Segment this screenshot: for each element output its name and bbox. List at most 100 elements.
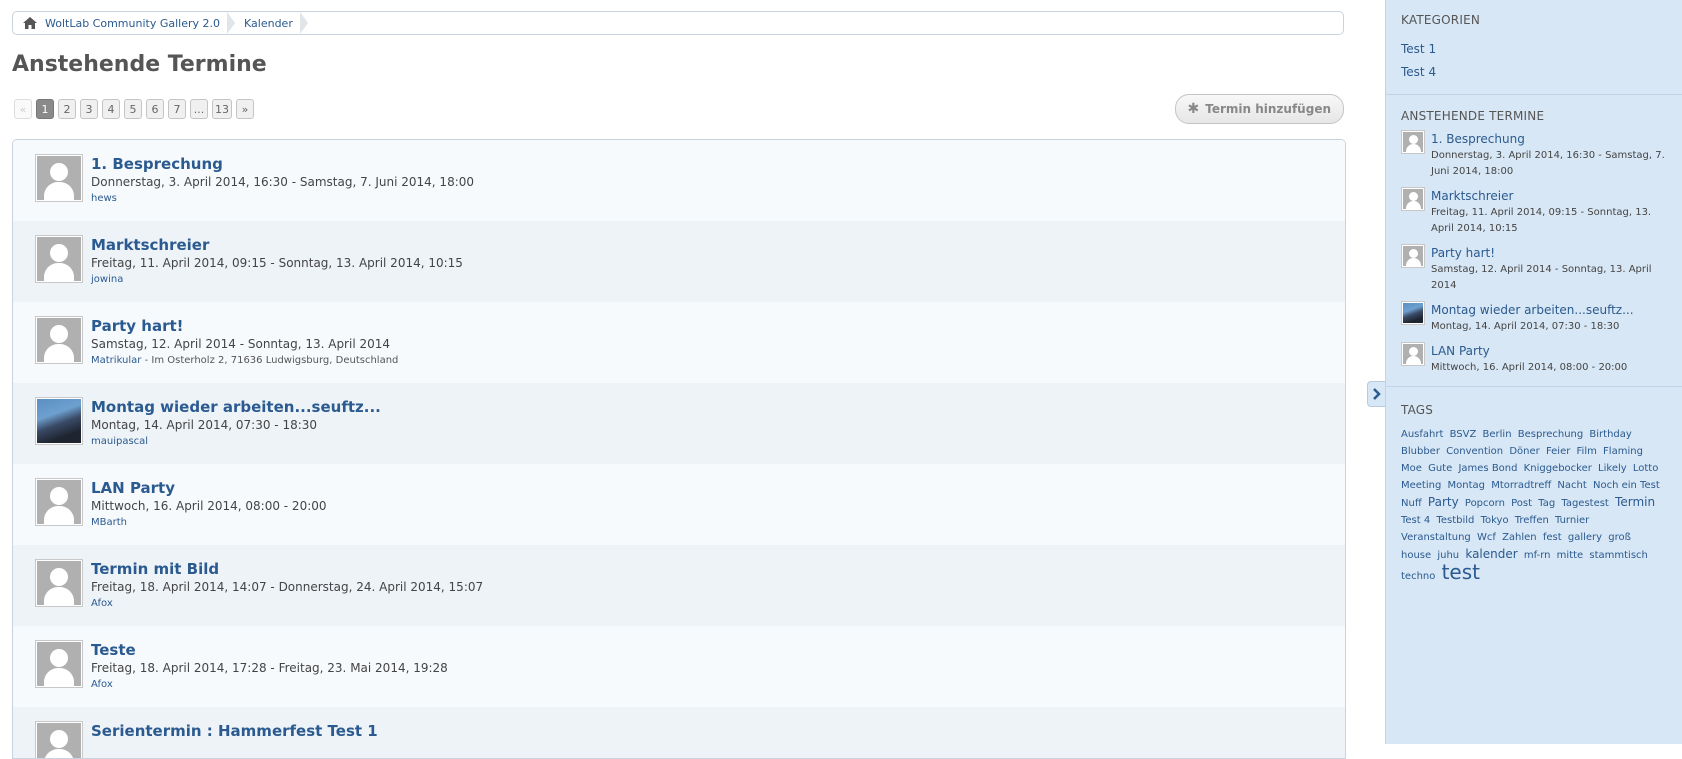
avatar[interactable] (35, 478, 83, 526)
tag-link[interactable]: Testbild (1436, 515, 1474, 526)
tag-link[interactable]: Berlin (1483, 429, 1512, 440)
tag-link[interactable]: test (1442, 560, 1480, 584)
upcoming-title-link[interactable]: Party hart! (1431, 246, 1495, 260)
tag-link[interactable]: Veranstaltung (1401, 532, 1471, 543)
pagination-page-1[interactable]: 1 (36, 99, 54, 119)
tag-link[interactable]: Tokyo (1481, 515, 1509, 526)
tag-link[interactable]: techno (1401, 571, 1435, 582)
avatar[interactable] (1401, 187, 1425, 211)
pagination-page-7[interactable]: 7 (168, 99, 186, 119)
tag-link[interactable]: fest (1543, 532, 1562, 543)
avatar[interactable] (35, 235, 83, 283)
pagination-page-13[interactable]: 13 (212, 99, 232, 119)
asterisk-icon: ✱ (1187, 101, 1200, 117)
tag-link[interactable]: Lotto (1633, 463, 1658, 474)
pagination-page-6[interactable]: 6 (146, 99, 164, 119)
tag-link[interactable]: James Bond (1458, 463, 1517, 474)
add-event-button[interactable]: ✱ Termin hinzufügen (1174, 94, 1344, 124)
avatar[interactable] (35, 640, 83, 688)
tag-link[interactable]: Mtorradtreff (1491, 480, 1551, 491)
event-title-link[interactable]: LAN Party (91, 479, 175, 497)
tag-link[interactable]: Blubber (1401, 446, 1440, 457)
event-row: Party hart! Samstag, 12. April 2014 - So… (13, 302, 1345, 383)
event-title-link[interactable]: Party hart! (91, 317, 184, 335)
avatar[interactable] (35, 721, 83, 758)
event-title-link[interactable]: Serientermin : Hammerfest Test 1 (91, 722, 378, 740)
avatar-photo[interactable] (35, 397, 83, 445)
tag-link[interactable]: Kniggebocker (1524, 463, 1592, 474)
tag-link[interactable]: Party (1428, 495, 1459, 509)
event-author-link[interactable]: Matrikular (91, 355, 141, 366)
tags-heading: TAGS (1401, 403, 1434, 417)
event-author-link[interactable]: mauipascal (91, 436, 148, 447)
upcoming-title-link[interactable]: Montag wieder arbeiten...seuftz... (1431, 303, 1634, 317)
tag-link[interactable]: Feier (1546, 446, 1570, 457)
tag-link[interactable]: Tag (1538, 498, 1555, 509)
event-row: Serientermin : Hammerfest Test 1 (13, 707, 1345, 758)
home-icon (23, 17, 37, 29)
event-title-link[interactable]: Termin mit Bild (91, 560, 219, 578)
upcoming-title-link[interactable]: Marktschreier (1431, 189, 1513, 203)
tag-link[interactable]: Montag (1448, 480, 1485, 491)
upcoming-title-link[interactable]: 1. Besprechung (1431, 132, 1525, 146)
avatar[interactable] (35, 154, 83, 202)
tag-link[interactable]: Besprechung (1518, 429, 1583, 440)
category-link[interactable]: Test 4 (1401, 65, 1436, 79)
sidebar-toggle-button[interactable] (1367, 381, 1386, 407)
tag-link[interactable]: Wcf (1477, 532, 1496, 543)
tag-link[interactable]: Gute (1428, 463, 1452, 474)
event-author-link[interactable]: jowina (91, 274, 123, 285)
tag-link[interactable]: Nuff (1401, 498, 1422, 509)
tag-link[interactable]: mf-rn (1524, 550, 1551, 561)
event-author-link[interactable]: MBarth (91, 517, 127, 528)
event-author-link[interactable]: Afox (91, 598, 113, 609)
pagination-page-3[interactable]: 3 (80, 99, 98, 119)
event-title-link[interactable]: Montag wieder arbeiten...seuftz... (91, 398, 381, 416)
event-title-link[interactable]: Teste (91, 641, 136, 659)
event-row: LAN Party Mittwoch, 16. April 2014, 08:0… (13, 464, 1345, 545)
breadcrumb-item-kalender[interactable]: Kalender (234, 12, 308, 34)
pagination-page-5[interactable]: 5 (124, 99, 142, 119)
category-link[interactable]: Test 1 (1401, 42, 1436, 56)
tag-link[interactable]: groß (1608, 532, 1631, 543)
upcoming-title-link[interactable]: LAN Party (1431, 344, 1490, 358)
tag-link[interactable]: house (1401, 550, 1431, 561)
tag-link[interactable]: Meeting (1401, 480, 1441, 491)
pagination-next[interactable]: » (236, 99, 254, 119)
tag-link[interactable]: Noch ein Test (1593, 480, 1660, 491)
tag-link[interactable]: Termin (1615, 495, 1655, 509)
avatar[interactable] (1401, 244, 1425, 268)
tag-link[interactable]: Film (1577, 446, 1597, 457)
tag-link[interactable]: gallery (1568, 532, 1602, 543)
tag-link[interactable]: Likely (1598, 463, 1627, 474)
tag-link[interactable]: mitte (1557, 550, 1584, 561)
tag-link[interactable]: Popcorn (1465, 498, 1505, 509)
event-author-link[interactable]: hews (91, 193, 117, 204)
tag-link[interactable]: Zahlen (1502, 532, 1537, 543)
breadcrumb-item-home[interactable]: WoltLab Community Gallery 2.0 (13, 12, 236, 34)
tag-link[interactable]: Birthday (1589, 429, 1631, 440)
tag-link[interactable]: Test 4 (1401, 515, 1430, 526)
pagination-page-2[interactable]: 2 (58, 99, 76, 119)
tag-link[interactable]: Ausfahrt (1401, 429, 1443, 440)
tag-link[interactable]: Döner (1509, 446, 1539, 457)
avatar[interactable] (1401, 130, 1425, 154)
event-author-link[interactable]: Afox (91, 679, 113, 690)
tag-link[interactable]: Tagestest (1561, 498, 1609, 509)
tag-link[interactable]: stammtisch (1589, 550, 1648, 561)
pagination-page-4[interactable]: 4 (102, 99, 120, 119)
avatar[interactable] (35, 316, 83, 364)
avatar[interactable] (1401, 342, 1425, 366)
event-title-link[interactable]: 1. Besprechung (91, 155, 223, 173)
tag-link[interactable]: Post (1511, 498, 1532, 509)
tag-link[interactable]: Treffen (1515, 515, 1549, 526)
tag-link[interactable]: kalender (1465, 547, 1517, 561)
tag-link[interactable]: Convention (1446, 446, 1503, 457)
avatar-photo[interactable] (1401, 301, 1425, 325)
tag-link[interactable]: Turnier (1555, 515, 1589, 526)
avatar[interactable] (35, 559, 83, 607)
tag-link[interactable]: Nacht (1557, 480, 1586, 491)
event-title-link[interactable]: Marktschreier (91, 236, 209, 254)
pagination-ellipsis[interactable]: ... (190, 99, 208, 119)
tag-link[interactable]: BSVZ (1450, 429, 1477, 440)
